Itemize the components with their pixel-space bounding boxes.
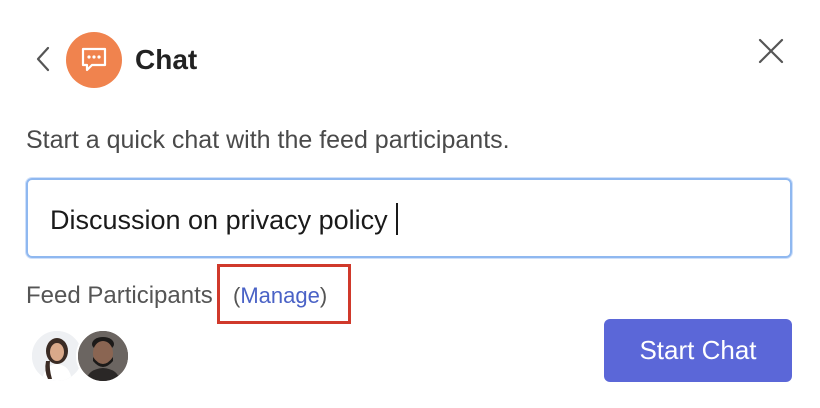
chat-bubble-icon [81,47,107,72]
close-button[interactable] [757,37,785,65]
close-icon [758,38,784,64]
avatar-man [78,331,128,381]
participant-avatar-2[interactable] [76,329,130,383]
dialog-description: Start a quick chat with the feed partici… [26,126,510,154]
chat-badge [66,32,122,88]
manage-highlight-box [217,264,351,324]
chat-dialog-header: Chat [0,0,820,120]
chat-topic-input[interactable]: Discussion on privacy policy [26,178,792,258]
chat-topic-value: Discussion on privacy policy [50,203,398,236]
back-button[interactable] [30,44,56,74]
chevron-left-icon [36,46,50,72]
feed-participants-label: Feed Participants [26,282,213,309]
dialog-title: Chat [135,44,198,75]
text-caret [395,203,398,235]
start-chat-button[interactable]: Start Chat [604,319,792,382]
avatar-woman [32,331,82,381]
